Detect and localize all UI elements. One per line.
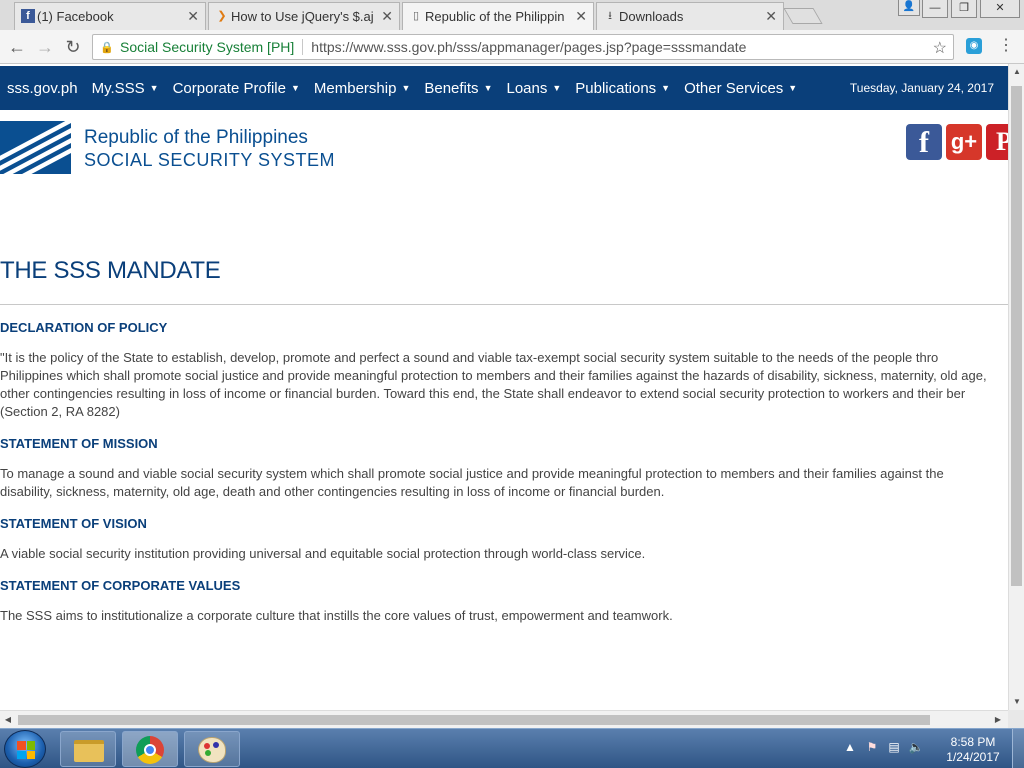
section-body: The SSS aims to institutionalize a corpo…	[0, 608, 673, 623]
user-icon[interactable]: 👤	[898, 0, 920, 16]
section-body: "It is the policy of the State to establ…	[0, 350, 987, 419]
scroll-right-icon[interactable]: ▶	[990, 712, 1006, 728]
download-icon: ⭳	[608, 10, 612, 22]
scroll-up-icon[interactable]: ▲	[1009, 64, 1024, 80]
nav-corporate-profile[interactable]: Corporate Profile ▼	[166, 80, 307, 97]
chrome-menu-icon[interactable]: ⋮	[998, 36, 1014, 56]
back-icon[interactable]: ←	[6, 36, 28, 58]
tab-facebook[interactable]: f (1) Facebook ✕	[14, 2, 206, 30]
url-text[interactable]: https://www.sss.gov.ph/sss/appmanager/pa…	[311, 39, 746, 55]
taskbar-chrome[interactable]	[122, 731, 178, 767]
page-viewport: sss.gov.ph My.SSS ▼ Corporate Profile ▼ Me…	[0, 64, 1008, 710]
nav-home[interactable]: sss.gov.ph	[0, 80, 85, 97]
pinterest-icon[interactable]: P	[986, 124, 1008, 160]
restore-button[interactable]: ❐	[951, 0, 977, 18]
caret-down-icon: ▼	[788, 82, 798, 93]
reload-icon[interactable]: ↻	[62, 36, 84, 58]
action-center-icon[interactable]: ⚑	[864, 739, 880, 755]
forward-icon[interactable]: →	[34, 36, 56, 58]
close-icon[interactable]: ✕	[575, 8, 587, 25]
site-identity: Social Security System [PH]	[120, 39, 295, 55]
paint-icon	[198, 737, 226, 763]
tab-downloads[interactable]: ⭳ Downloads ✕	[596, 2, 784, 30]
scroll-down-icon[interactable]: ▼	[1009, 694, 1024, 710]
windows-logo-icon	[17, 741, 35, 759]
nav-publications[interactable]: Publications ▼	[568, 80, 677, 97]
nav-other-services[interactable]: Other Services ▼	[677, 80, 804, 97]
taskbar: ▲ ⚑ ▤ 🔈 8:58 PM 1/24/2017	[0, 728, 1024, 768]
tab-strip: f (1) Facebook ✕ ❯ How to Use jQuery's $…	[0, 0, 1024, 30]
clock-time: 8:58 PM	[950, 735, 996, 749]
caret-down-icon: ▼	[401, 82, 411, 93]
close-icon[interactable]: ✕	[381, 8, 393, 25]
close-icon[interactable]: ✕	[765, 8, 777, 25]
section-body: A viable social security institution pro…	[0, 546, 646, 561]
tab-title: (1) Facebook	[37, 9, 114, 24]
bookmark-star-icon[interactable]: ☆	[933, 38, 947, 58]
page-icon: ▯	[412, 10, 420, 22]
caret-down-icon: ▼	[290, 82, 300, 93]
extension-icon[interactable]: ◉	[966, 38, 982, 54]
google-plus-icon[interactable]: g+	[946, 124, 982, 160]
show-desktop-button[interactable]	[1012, 729, 1024, 768]
section-title: STATEMENT OF CORPORATE VALUES	[0, 578, 241, 593]
lock-icon: 🔒	[100, 41, 114, 54]
taskbar-clock[interactable]: 8:58 PM 1/24/2017	[944, 735, 1002, 765]
minimize-button[interactable]: —	[922, 0, 948, 18]
horizontal-scrollbar[interactable]: ◀ ▶	[0, 710, 1008, 728]
show-hidden-icons[interactable]: ▲	[842, 739, 858, 755]
volume-icon[interactable]: 🔈	[908, 739, 924, 755]
divider	[0, 304, 1008, 305]
close-window-button[interactable]: ✕	[980, 0, 1020, 18]
tab-title: Downloads	[619, 9, 684, 24]
scroll-left-icon[interactable]: ◀	[0, 712, 16, 728]
system-tray: ▲ ⚑ ▤ 🔈	[842, 739, 924, 755]
nav-date: Tuesday, January 24, 2017	[849, 81, 994, 95]
network-icon[interactable]: ▤	[886, 739, 902, 755]
taskbar-explorer[interactable]	[60, 731, 116, 767]
sss-logo[interactable]	[0, 121, 71, 174]
tab-sss[interactable]: ▯ Republic of the Philippin ✕	[402, 2, 594, 30]
taskbar-paint[interactable]	[184, 731, 240, 767]
close-icon[interactable]: ✕	[187, 8, 199, 25]
site-navbar: sss.gov.ph My.SSS ▼ Corporate Profile ▼ Me…	[0, 66, 1008, 110]
omnibox-separator	[302, 39, 304, 55]
vertical-scrollbar[interactable]: ▲ ▼	[1008, 64, 1024, 710]
nav-my-sss[interactable]: My.SSS ▼	[85, 80, 166, 97]
nav-membership[interactable]: Membership ▼	[307, 80, 417, 97]
browser-toolbar: ← → ↻ 🔒 Social Security System [PH] http…	[0, 30, 1024, 64]
caret-down-icon: ▼	[483, 82, 493, 93]
folder-icon	[74, 740, 104, 762]
nav-benefits[interactable]: Benefits ▼	[417, 80, 499, 97]
org-name-line2: SOCIAL SECURITY SYSTEM	[84, 150, 336, 170]
caret-down-icon: ▼	[661, 82, 671, 93]
new-tab-button[interactable]	[783, 8, 823, 24]
section-body: To manage a sound and viable social secu…	[0, 466, 944, 499]
vertical-scroll-thumb[interactable]	[1011, 86, 1022, 586]
facebook-icon[interactable]: f	[906, 124, 942, 160]
start-button[interactable]	[4, 730, 46, 768]
tab-jquery[interactable]: ❯ How to Use jQuery's $.aj ✕	[208, 2, 400, 30]
scrollbar-corner	[1008, 710, 1024, 728]
section-title: STATEMENT OF VISION	[0, 516, 147, 531]
nav-loans[interactable]: Loans ▼	[499, 80, 568, 97]
facebook-icon: f	[21, 9, 35, 23]
clock-date: 1/24/2017	[946, 750, 1000, 764]
caret-down-icon: ▼	[552, 82, 562, 93]
section-title: DECLARATION OF POLICY	[0, 320, 168, 335]
page-title: THE SSS MANDATE	[0, 257, 221, 284]
tab-title: How to Use jQuery's $.aj	[231, 9, 374, 24]
address-bar[interactable]: 🔒 Social Security System [PH] https://ww…	[92, 34, 954, 60]
section-title: STATEMENT OF MISSION	[0, 436, 158, 451]
org-name-line1: Republic of the Philippines	[84, 127, 308, 148]
horizontal-scroll-thumb[interactable]	[18, 715, 930, 725]
caret-down-icon: ▼	[149, 82, 159, 93]
tab-title: Republic of the Philippin	[425, 9, 565, 24]
jquery-icon: ❯	[217, 10, 227, 22]
chrome-icon	[136, 736, 164, 764]
window-controls: — ❐ ✕	[922, 0, 1020, 18]
